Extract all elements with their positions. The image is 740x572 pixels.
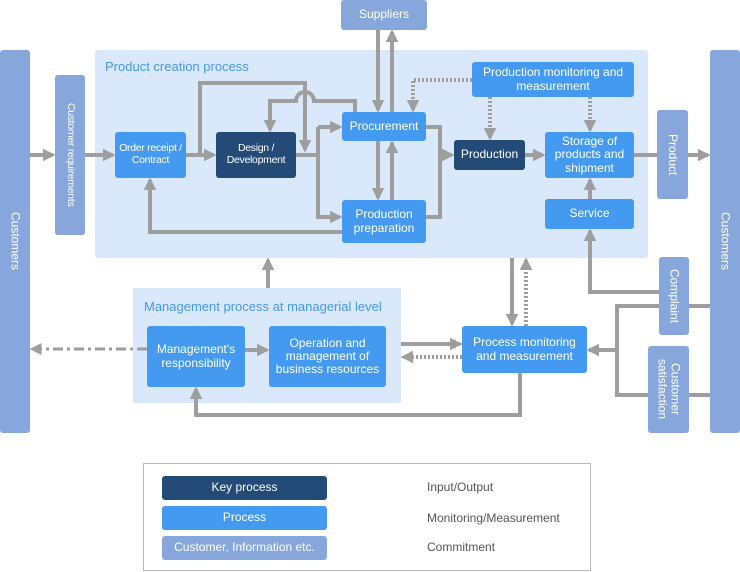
procurement-box: Procurement [342,112,426,141]
customer-satisfaction-box: Customer satisfaction [648,346,689,433]
production-box: Production [454,140,525,170]
production-preparation-box: Production preparation [342,200,426,243]
suppliers-box: Suppliers [341,0,427,30]
arrow-to-preparation [316,155,343,224]
complaint-box: Complaint [659,257,689,335]
design-development-box: Design / Development [216,132,296,178]
service-box: Service [545,199,634,229]
quality-process-diagram: Product creation process Management proc… [0,0,740,572]
management-responsibility-box: Management's responsibility [147,326,245,387]
operation-management-box: Operation and management of business res… [269,326,386,387]
legend-commitment-label: Commitment [427,540,496,554]
storage-shipment-box: Storage of products and shipment [545,132,634,178]
dotted-arrow-monitoring-to-procurement [406,78,472,113]
order-receipt-box: Order receipt / Contract [115,132,186,178]
customers-right-box: Customers [710,50,740,433]
production-monitoring-box: Production monitoring and measurement [472,62,634,97]
arrow-preparation-to-order [143,177,342,234]
arrow-complaint-to-service [583,228,659,294]
legend-key-process-swatch: Key process [162,476,327,500]
process-monitoring-box: Process monitoring and measurement [462,326,587,373]
line-merge-to-production [426,125,442,219]
legend-process-swatch: Process [162,506,327,530]
legend-monitoring-label: Monitoring/Measurement [427,511,560,525]
customer-requirements-box: Customer requirements [55,75,85,235]
legend-customer-swatch: Customer, Information etc. [162,536,327,560]
product-box: Product [657,110,688,199]
legend-input-output-label: Input/Output [427,480,494,494]
customers-left-box: Customers [0,50,30,433]
